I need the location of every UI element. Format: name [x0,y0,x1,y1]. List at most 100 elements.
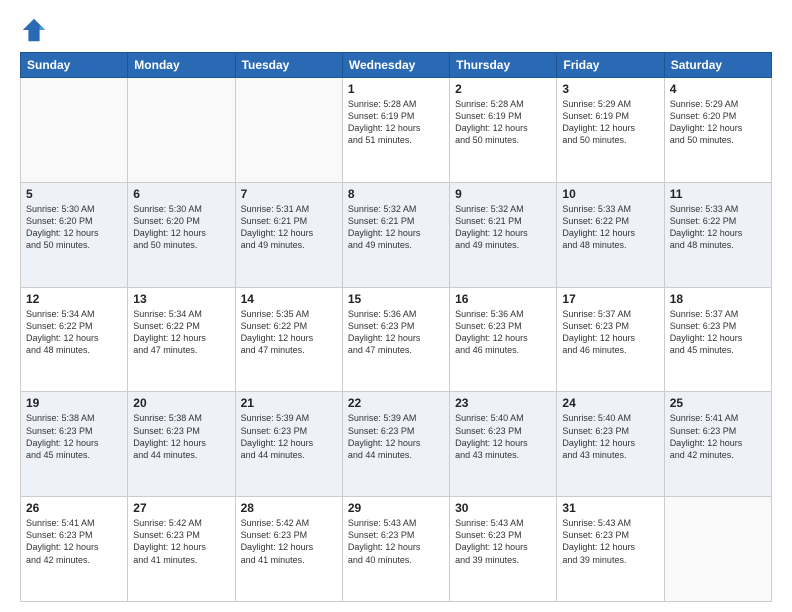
day-number: 14 [241,292,337,306]
day-number: 8 [348,187,444,201]
calendar-day-cell: 24Sunrise: 5:40 AM Sunset: 6:23 PM Dayli… [557,392,664,497]
day-info: Sunrise: 5:42 AM Sunset: 6:23 PM Dayligh… [241,517,337,566]
day-number: 25 [670,396,766,410]
day-number: 11 [670,187,766,201]
day-info: Sunrise: 5:28 AM Sunset: 6:19 PM Dayligh… [348,98,444,147]
calendar-day-cell [21,78,128,183]
day-number: 26 [26,501,122,515]
day-info: Sunrise: 5:43 AM Sunset: 6:23 PM Dayligh… [455,517,551,566]
calendar-day-cell: 23 Sunrise: 5:40 AM Sunset: 6:23 PM Dayli… [450,392,557,497]
logo [20,16,50,44]
calendar-week-row: 5Sunrise: 5:30 AM Sunset: 6:20 PM Daylig… [21,182,772,287]
calendar-week-row: 26 Sunrise: 5:41 AM Sunset: 6:23 PM Dayli… [21,497,772,602]
calendar-day-cell: 3 Sunrise: 5:29 AM Sunset: 6:19 PM Daylig… [557,78,664,183]
header [20,16,772,44]
day-info: Sunrise: 5:42 AM Sunset: 6:23 PM Dayligh… [133,517,229,566]
day-info: Sunrise: 5:36 AM Sunset: 6:23 PM Dayligh… [348,308,444,357]
calendar-day-cell: 4 Sunrise: 5:29 AM Sunset: 6:20 PM Daylig… [664,78,771,183]
calendar-day-cell: 7 Sunrise: 5:31 AM Sunset: 6:21 PM Daylig… [235,182,342,287]
day-info: Sunrise: 5:32 AM Sunset: 6:21 PM Dayligh… [348,203,444,252]
calendar-day-cell: 14 Sunrise: 5:35 AM Sunset: 6:22 PM Dayli… [235,287,342,392]
day-info: Sunrise: 5:36 AM Sunset: 6:23 PM Dayligh… [455,308,551,357]
logo-icon [20,16,48,44]
day-number: 12 [26,292,122,306]
calendar-day-cell: 9Sunrise: 5:32 AM Sunset: 6:21 PM Daylig… [450,182,557,287]
day-number: 18 [670,292,766,306]
day-info: Sunrise: 5:34 AM Sunset: 6:22 PM Dayligh… [133,308,229,357]
day-info: Sunrise: 5:40 AM Sunset: 6:23 PM Dayligh… [562,412,658,461]
day-number: 19 [26,396,122,410]
day-info: Sunrise: 5:31 AM Sunset: 6:21 PM Dayligh… [241,203,337,252]
day-info: Sunrise: 5:40 AM Sunset: 6:23 PM Dayligh… [455,412,551,461]
weekday-header: Friday [557,53,664,78]
calendar-day-cell [235,78,342,183]
day-number: 20 [133,396,229,410]
calendar-day-cell: 10 Sunrise: 5:33 AM Sunset: 6:22 PM Dayli… [557,182,664,287]
calendar-day-cell: 22Sunrise: 5:39 AM Sunset: 6:23 PM Dayli… [342,392,449,497]
weekday-header: Sunday [21,53,128,78]
weekday-header: Saturday [664,53,771,78]
day-number: 21 [241,396,337,410]
day-number: 3 [562,82,658,96]
day-number: 16 [455,292,551,306]
calendar-day-cell: 8 Sunrise: 5:32 AM Sunset: 6:21 PM Daylig… [342,182,449,287]
day-number: 10 [562,187,658,201]
calendar-day-cell: 16 Sunrise: 5:36 AM Sunset: 6:23 PM Dayli… [450,287,557,392]
calendar-day-cell: 18 Sunrise: 5:37 AM Sunset: 6:23 PM Dayli… [664,287,771,392]
calendar-day-cell: 21 Sunrise: 5:39 AM Sunset: 6:23 PM Dayli… [235,392,342,497]
calendar-day-cell: 20 Sunrise: 5:38 AM Sunset: 6:23 PM Dayli… [128,392,235,497]
weekday-header: Tuesday [235,53,342,78]
calendar-day-cell: 12Sunrise: 5:34 AM Sunset: 6:22 PM Dayli… [21,287,128,392]
day-info: Sunrise: 5:33 AM Sunset: 6:22 PM Dayligh… [670,203,766,252]
day-info: Sunrise: 5:29 AM Sunset: 6:19 PM Dayligh… [562,98,658,147]
calendar-day-cell: 26 Sunrise: 5:41 AM Sunset: 6:23 PM Dayli… [21,497,128,602]
day-info: Sunrise: 5:30 AM Sunset: 6:20 PM Dayligh… [26,203,122,252]
calendar-day-cell: 28 Sunrise: 5:42 AM Sunset: 6:23 PM Dayli… [235,497,342,602]
day-info: Sunrise: 5:43 AM Sunset: 6:23 PM Dayligh… [348,517,444,566]
calendar-day-cell [664,497,771,602]
day-number: 4 [670,82,766,96]
day-number: 28 [241,501,337,515]
day-number: 7 [241,187,337,201]
day-info: Sunrise: 5:29 AM Sunset: 6:20 PM Dayligh… [670,98,766,147]
calendar-week-row: 19 Sunrise: 5:38 AM Sunset: 6:23 PM Dayli… [21,392,772,497]
calendar-day-cell: 13 Sunrise: 5:34 AM Sunset: 6:22 PM Dayli… [128,287,235,392]
calendar-day-cell: 25 Sunrise: 5:41 AM Sunset: 6:23 PM Dayli… [664,392,771,497]
calendar-day-cell: 15 Sunrise: 5:36 AM Sunset: 6:23 PM Dayli… [342,287,449,392]
day-number: 30 [455,501,551,515]
calendar-week-row: 12 Sunrise: 5:34 AM Sunset: 6:22 PM Dayli… [21,287,772,392]
day-info: Sunrise: 5:41 AM Sunset: 6:23 PM Dayligh… [670,412,766,461]
day-number: 15 [348,292,444,306]
day-info: Sunrise: 5:28 AM Sunset: 6:19 PM Dayligh… [455,98,551,147]
day-number: 31 [562,501,658,515]
calendar-day-cell: 27Sunrise: 5:42 AM Sunset: 6:23 PM Dayli… [128,497,235,602]
day-number: 9 [455,187,551,201]
day-info: Sunrise: 5:30 AM Sunset: 6:20 PM Dayligh… [133,203,229,252]
day-info: Sunrise: 5:37 AM Sunset: 6:23 PM Dayligh… [670,308,766,357]
day-number: 2 [455,82,551,96]
calendar-table: SundayMondayTuesdayWednesdayThursdayFrid… [20,52,772,602]
day-info: Sunrise: 5:35 AM Sunset: 6:22 PM Dayligh… [241,308,337,357]
calendar-day-cell: 30 Sunrise: 5:43 AM Sunset: 6:23 PM Dayli… [450,497,557,602]
calendar-day-cell: 2 Sunrise: 5:28 AM Sunset: 6:19 PM Daylig… [450,78,557,183]
day-number: 13 [133,292,229,306]
day-info: Sunrise: 5:43 AM Sunset: 6:23 PM Dayligh… [562,517,658,566]
day-number: 29 [348,501,444,515]
day-info: Sunrise: 5:33 AM Sunset: 6:22 PM Dayligh… [562,203,658,252]
calendar-day-cell: 11 Sunrise: 5:33 AM Sunset: 6:22 PM Dayli… [664,182,771,287]
day-info: Sunrise: 5:38 AM Sunset: 6:23 PM Dayligh… [133,412,229,461]
day-number: 17 [562,292,658,306]
day-number: 6 [133,187,229,201]
calendar-day-cell: 17 Sunrise: 5:37 AM Sunset: 6:23 PM Dayli… [557,287,664,392]
day-number: 23 [455,396,551,410]
weekday-header: Thursday [450,53,557,78]
calendar-day-cell: 29 Sunrise: 5:43 AM Sunset: 6:23 PM Dayli… [342,497,449,602]
day-number: 1 [348,82,444,96]
weekday-header: Wednesday [342,53,449,78]
calendar-day-cell [128,78,235,183]
header-row: SundayMondayTuesdayWednesdayThursdayFrid… [21,53,772,78]
calendar-day-cell: 1 Sunrise: 5:28 AM Sunset: 6:19 PM Daylig… [342,78,449,183]
day-info: Sunrise: 5:41 AM Sunset: 6:23 PM Dayligh… [26,517,122,566]
day-info: Sunrise: 5:39 AM Sunset: 6:23 PM Dayligh… [241,412,337,461]
day-info: Sunrise: 5:37 AM Sunset: 6:23 PM Dayligh… [562,308,658,357]
